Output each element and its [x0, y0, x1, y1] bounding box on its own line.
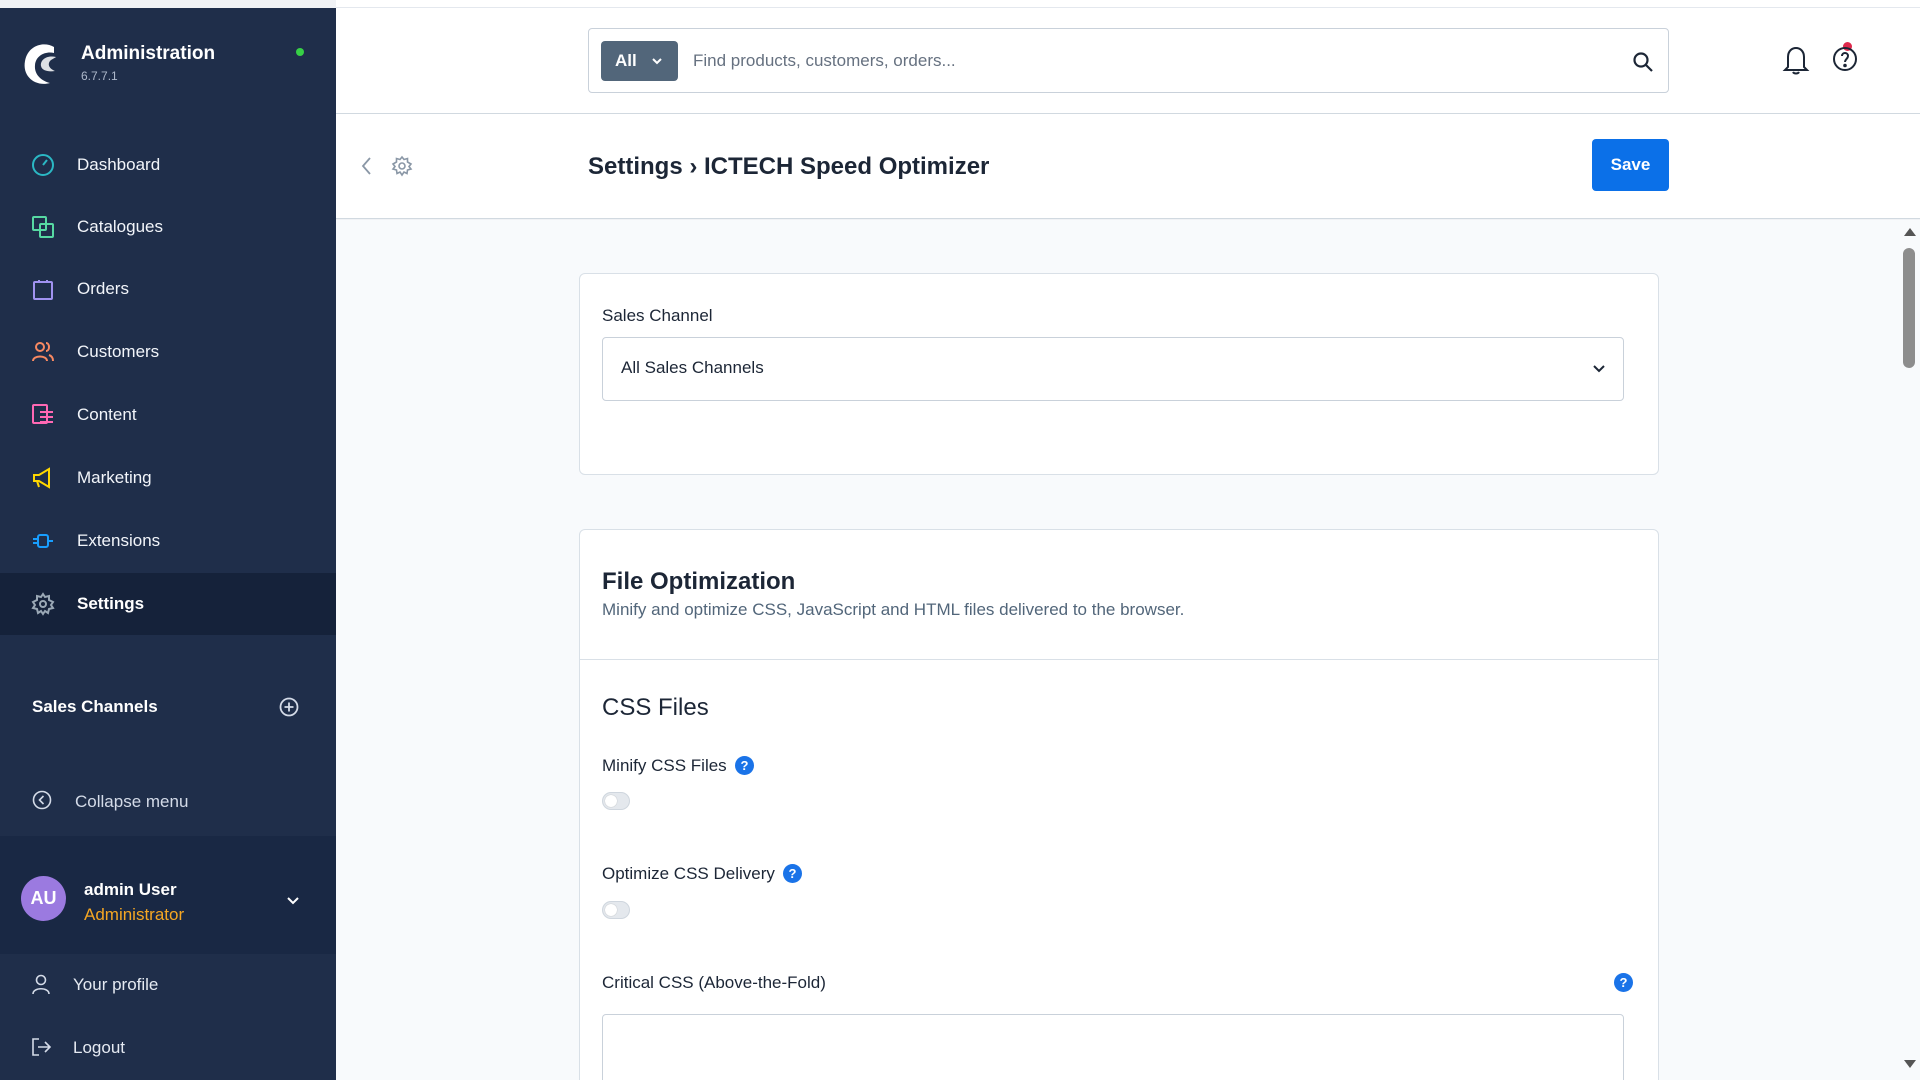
sales-channel-select[interactable]: All Sales Channels — [602, 337, 1624, 401]
sidebar-item-label: Content — [77, 405, 137, 424]
content-icon — [30, 402, 56, 428]
sidebar-item-marketing[interactable]: Marketing — [0, 447, 336, 509]
main-content: Sales Channel All Sales Channels File Op… — [336, 220, 1920, 1080]
catalogues-icon — [30, 214, 56, 240]
settings-icon — [30, 591, 56, 617]
sidebar-item-settings[interactable]: Settings — [0, 573, 336, 635]
orders-icon — [30, 276, 56, 302]
sidebar: Administration 6.7.7.1 Dashboard Catalog… — [0, 8, 336, 1080]
sidebar-item-label: Marketing — [77, 468, 152, 487]
chevron-down-icon[interactable] — [284, 891, 302, 909]
collapse-menu-button[interactable]: Collapse menu — [0, 770, 336, 830]
collapse-menu-label: Collapse menu — [75, 792, 189, 811]
logout-link[interactable]: Logout — [0, 1017, 336, 1077]
chevron-left-icon[interactable] — [358, 154, 376, 178]
search-type-label: All — [615, 51, 637, 70]
optimize-css-delivery-toggle[interactable] — [602, 901, 630, 919]
app-title: Administration — [81, 43, 216, 64]
minify-css-help-icon[interactable]: ? — [735, 756, 754, 775]
sidebar-item-label: Dashboard — [77, 155, 161, 174]
sales-channel-label: Sales Channel — [602, 306, 713, 325]
chevron-down-icon — [652, 58, 662, 65]
sidebar-item-orders[interactable]: Orders — [0, 258, 336, 320]
scrollbar[interactable] — [1900, 224, 1916, 1074]
sidebar-item-label: Settings — [77, 594, 145, 613]
sidebar-item-label: Customers — [77, 342, 160, 361]
chevron-down-icon — [1593, 365, 1605, 373]
optimize-css-delivery-label: Optimize CSS Delivery — [602, 864, 775, 883]
sales-channel-selected: All Sales Channels — [621, 358, 764, 377]
sidebar-item-label: Orders — [77, 279, 129, 298]
help-icon[interactable] — [1832, 46, 1858, 72]
user-menu[interactable]: AU admin User Administrator — [0, 836, 336, 954]
bell-icon[interactable] — [1782, 43, 1810, 75]
chevron-left-circle-icon — [32, 790, 52, 810]
sidebar-item-extensions[interactable]: Extensions — [0, 510, 336, 572]
sales-channels-header: Sales Channels — [0, 678, 336, 738]
css-files-title: CSS Files — [602, 694, 709, 721]
top-bar: All — [336, 8, 1920, 114]
file-optimization-description: Minify and optimize CSS, JavaScript and … — [602, 600, 1185, 619]
page-header: Settings › ICTECH Speed Optimizer Save — [336, 114, 1920, 219]
top-border — [336, 0, 1920, 8]
user-role: Administrator — [84, 905, 185, 924]
app-version: 6.7.7.1 — [81, 69, 118, 83]
sidebar-item-content[interactable]: Content — [0, 384, 336, 446]
global-search: All — [588, 28, 1669, 93]
optimize-css-delivery-help-icon[interactable]: ? — [783, 864, 802, 883]
sidebar-item-customers[interactable]: Customers — [0, 321, 336, 383]
extensions-icon — [30, 528, 56, 554]
search-input[interactable] — [693, 43, 1593, 79]
scrollbar-thumb[interactable] — [1903, 248, 1915, 368]
critical-css-help-icon[interactable]: ? — [1614, 973, 1633, 992]
user-name: admin User — [84, 880, 177, 899]
file-optimization-card: File Optimization Minify and optimize CS… — [579, 529, 1659, 1080]
customers-icon — [30, 339, 56, 365]
gear-icon — [391, 155, 413, 177]
page-title: Settings › ICTECH Speed Optimizer — [588, 153, 990, 180]
logout-icon — [32, 1038, 52, 1056]
file-optimization-title: File Optimization — [602, 568, 796, 595]
your-profile-label: Your profile — [73, 975, 159, 994]
status-indicator — [296, 48, 304, 56]
critical-css-textarea[interactable] — [602, 1014, 1624, 1080]
save-button[interactable]: Save — [1592, 139, 1669, 191]
critical-css-label: Critical CSS (Above-the-Fold) — [602, 973, 826, 992]
dashboard-icon — [30, 152, 56, 178]
sidebar-item-catalogues[interactable]: Catalogues — [0, 196, 336, 258]
shopware-logo-icon — [24, 44, 56, 84]
logout-label: Logout — [73, 1038, 125, 1057]
brand-header: Administration 6.7.7.1 — [0, 8, 336, 118]
scroll-up-arrow-icon[interactable] — [1904, 228, 1916, 236]
minify-css-toggle[interactable] — [602, 792, 630, 810]
avatar: AU — [21, 876, 66, 921]
user-icon — [32, 974, 50, 995]
scroll-down-arrow-icon[interactable] — [1904, 1060, 1916, 1068]
sales-channels-title: Sales Channels — [32, 697, 158, 716]
marketing-icon — [30, 465, 56, 491]
sales-channel-card: Sales Channel All Sales Channels — [579, 273, 1659, 475]
sidebar-item-label: Catalogues — [77, 217, 164, 236]
your-profile-link[interactable]: Your profile — [0, 954, 336, 1014]
minify-css-label: Minify CSS Files — [602, 756, 727, 775]
add-sales-channel-icon[interactable] — [279, 697, 299, 717]
card-divider — [580, 659, 1658, 660]
search-icon[interactable] — [1632, 51, 1654, 73]
sidebar-item-dashboard[interactable]: Dashboard — [0, 134, 336, 196]
search-type-dropdown[interactable]: All — [601, 41, 678, 81]
sidebar-item-label: Extensions — [77, 531, 161, 550]
